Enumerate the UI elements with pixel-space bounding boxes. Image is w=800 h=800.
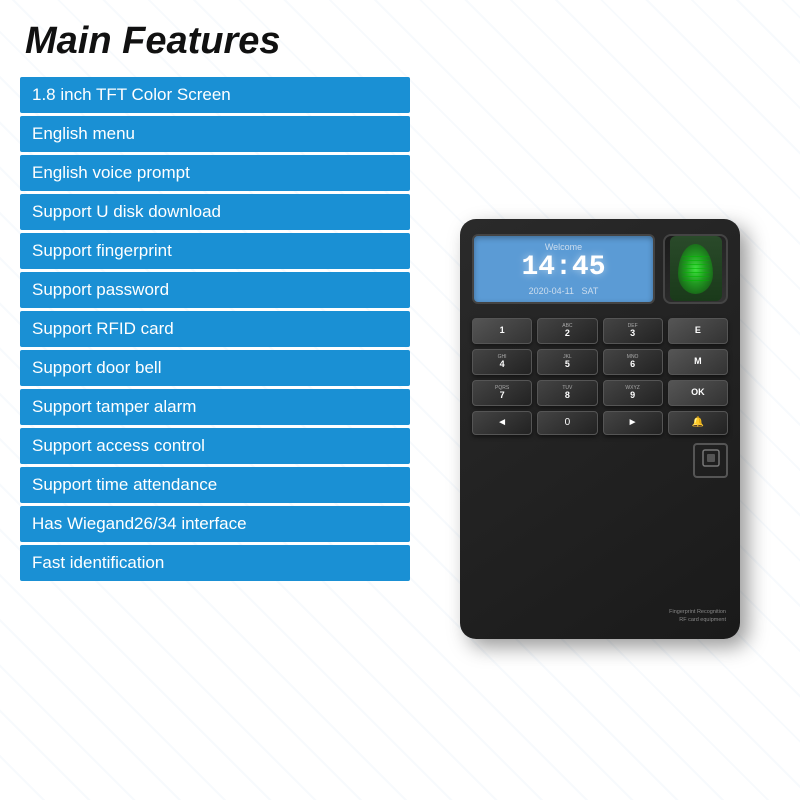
fp-line [682, 260, 710, 261]
fp-line [682, 268, 710, 269]
feature-item-3: Support U disk download [20, 194, 410, 230]
device-label: Fingerprint Recognition RF card equipmen… [669, 609, 726, 624]
key-7[interactable]: PQRS7 [472, 380, 532, 406]
device-top: Welcome 14:45 2020-04-11 SAT [472, 234, 728, 304]
keypad-bottom: ◄0►🔔 [472, 411, 728, 435]
feature-item-11: Has Wiegand26/34 interface [20, 506, 410, 542]
screen-date: 2020-04-11 SAT [529, 286, 599, 296]
screen-time: 14:45 [521, 254, 605, 282]
content-area: 1.8 inch TFT Color ScreenEnglish menuEng… [20, 77, 780, 780]
key-4[interactable]: GHI4 [472, 349, 532, 375]
key-nav-0[interactable]: 0 [537, 411, 597, 435]
feature-item-2: English voice prompt [20, 155, 410, 191]
key-nav-🔔[interactable]: 🔔 [668, 411, 728, 435]
feature-item-10: Support time attendance [20, 467, 410, 503]
fp-line [682, 276, 710, 277]
fingerprint-sensor-area [663, 234, 728, 304]
device-screen: Welcome 14:45 2020-04-11 SAT [472, 234, 655, 304]
feature-item-8: Support tamper alarm [20, 389, 410, 425]
key-5[interactable]: JKL5 [537, 349, 597, 375]
key-9[interactable]: WXYZ9 [603, 380, 663, 406]
keypad-main: 1ABC2DEF3E GHI4JKL5MNO6M PQRS7TUV8WXYZ9OK [472, 318, 728, 406]
features-list: 1.8 inch TFT Color ScreenEnglish menuEng… [20, 77, 410, 780]
rfid-icon [700, 447, 722, 474]
feature-item-0: 1.8 inch TFT Color Screen [20, 77, 410, 113]
key-e[interactable]: E [668, 318, 728, 344]
key-nav-◄[interactable]: ◄ [472, 411, 532, 435]
feature-item-7: Support door bell [20, 350, 410, 386]
feature-item-6: Support RFID card [20, 311, 410, 347]
fp-line [682, 264, 710, 265]
feature-item-1: English menu [20, 116, 410, 152]
fingerprint-device: Welcome 14:45 2020-04-11 SAT [460, 219, 740, 639]
key-8[interactable]: TUV8 [537, 380, 597, 406]
rfid-reader [693, 443, 728, 478]
key-1[interactable]: 1 [472, 318, 532, 344]
feature-item-12: Fast identification [20, 545, 410, 581]
keypad-area: 1ABC2DEF3EGHI4JKL5MNO6MPQRS7TUV8WXYZ9OK … [472, 318, 728, 435]
key-ok[interactable]: OK [668, 380, 728, 406]
device-image-area: Welcome 14:45 2020-04-11 SAT [420, 77, 780, 780]
feature-item-5: Support password [20, 272, 410, 308]
main-container: Main Features 1.8 inch TFT Color ScreenE… [0, 0, 800, 800]
screen-welcome: Welcome [545, 242, 582, 252]
key-2[interactable]: ABC2 [537, 318, 597, 344]
fp-lines [670, 236, 722, 301]
fp-line [682, 272, 710, 273]
key-nav-►[interactable]: ► [603, 411, 663, 435]
fp-line [682, 280, 710, 281]
page-title: Main Features [25, 20, 780, 63]
fp-line [682, 256, 710, 257]
key-3[interactable]: DEF3 [603, 318, 663, 344]
key-m[interactable]: M [668, 349, 728, 375]
key-6[interactable]: MNO6 [603, 349, 663, 375]
feature-item-9: Support access control [20, 428, 410, 464]
fp-sensor [670, 236, 722, 301]
feature-item-4: Support fingerprint [20, 233, 410, 269]
